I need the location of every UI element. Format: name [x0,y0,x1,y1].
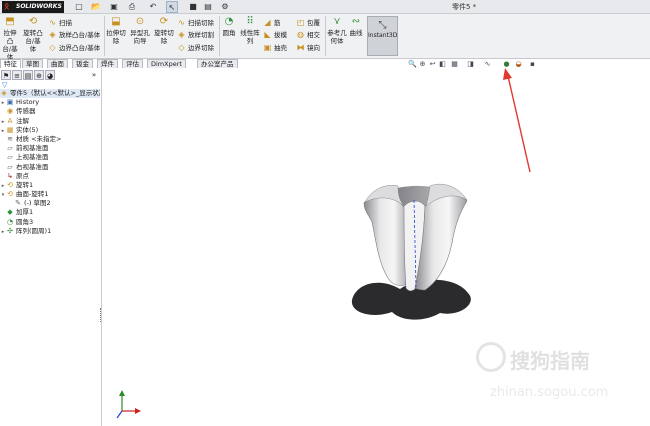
axis-triad [116,390,141,419]
triad-x-arrowhead [135,408,141,414]
3d-model-vase[interactable] [363,183,468,292]
triad-z-axis [116,410,123,419]
annotation-arrowhead [503,68,512,80]
watermark: 搜狗指南 zhinan.sogou.com [470,340,645,415]
annotation-arrow-line [507,75,531,173]
watermark-main-text: 搜狗指南 [510,349,590,373]
watermark-url-text: zhinan.sogou.com [490,385,609,400]
triad-y-arrowhead [119,390,125,396]
watermark-logo-icon [476,342,506,372]
model-left-petal [363,195,411,286]
